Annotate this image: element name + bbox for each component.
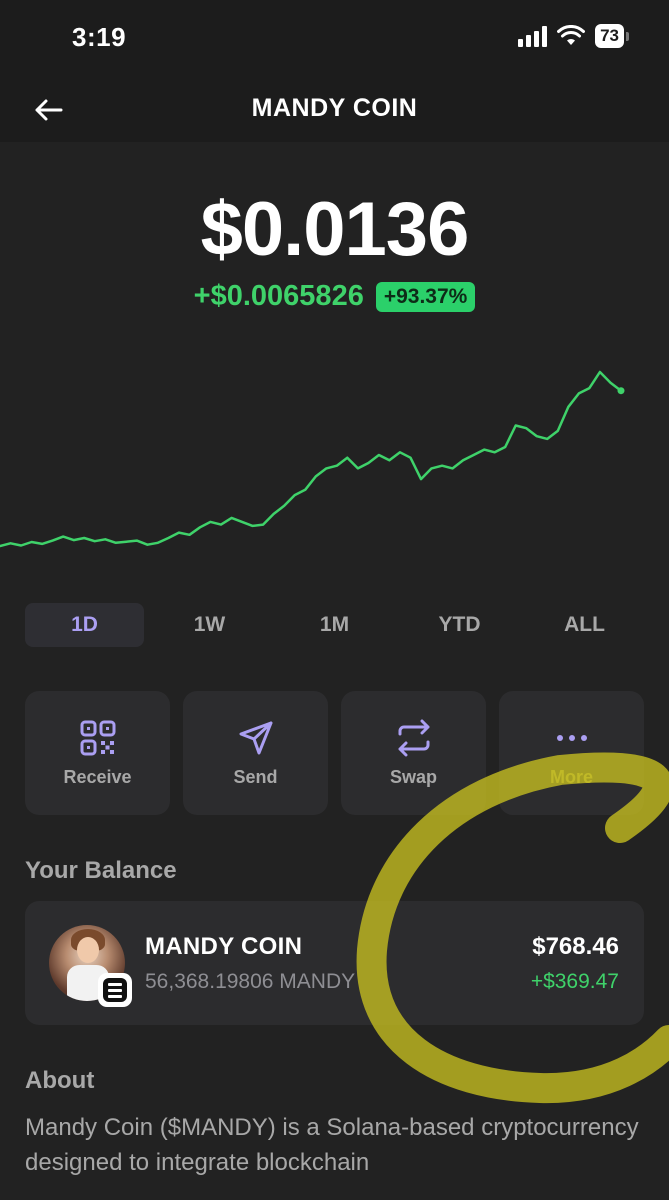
time-range-tabs: 1D 1W 1M YTD ALL bbox=[25, 603, 644, 647]
current-price: $0.0136 bbox=[200, 187, 470, 272]
price-change-row: +$0.0065826 +93.37% bbox=[0, 280, 669, 313]
swap-button[interactable]: Swap bbox=[341, 691, 486, 815]
more-button[interactable]: More bbox=[499, 691, 644, 815]
tab-1m[interactable]: 1M bbox=[275, 603, 394, 647]
balance-section-title: Your Balance bbox=[25, 857, 177, 884]
price-change-percent-badge: +93.37% bbox=[375, 281, 476, 312]
page-title: MANDY COIN bbox=[251, 94, 418, 122]
token-usd-change: +$369.47 bbox=[530, 970, 619, 993]
cellular-signal-icon bbox=[518, 25, 548, 47]
more-icon bbox=[556, 734, 587, 741]
price-section: $0.0136 +$0.0065826 +93.37% bbox=[0, 190, 669, 313]
price-line bbox=[0, 370, 623, 548]
battery-level: 73 bbox=[595, 24, 624, 48]
token-name: MANDY COIN bbox=[145, 933, 303, 960]
receive-button[interactable]: Receive bbox=[25, 691, 170, 815]
more-label: More bbox=[549, 766, 593, 787]
receive-label: Receive bbox=[63, 766, 132, 787]
wifi-icon bbox=[557, 25, 586, 45]
action-buttons: Receive Send Swap More bbox=[25, 691, 644, 815]
price-change-value: +$0.0065826 bbox=[193, 280, 364, 312]
tab-1w[interactable]: 1W bbox=[150, 603, 269, 647]
status-icons: 73 bbox=[518, 24, 629, 48]
about-section-title: About bbox=[25, 1067, 95, 1094]
send-label: Send bbox=[233, 766, 278, 787]
swap-icon bbox=[398, 719, 429, 756]
token-usd-value: $768.46 bbox=[532, 933, 619, 960]
current-price-dot bbox=[617, 387, 625, 395]
tab-all[interactable]: ALL bbox=[525, 603, 644, 647]
tab-1d[interactable]: 1D bbox=[25, 603, 144, 647]
tab-ytd[interactable]: YTD bbox=[400, 603, 519, 647]
send-button[interactable]: Send bbox=[183, 691, 328, 815]
swap-label: Swap bbox=[389, 766, 437, 787]
nav-bar: MANDY COIN bbox=[0, 80, 669, 142]
price-chart[interactable] bbox=[0, 360, 669, 560]
battery-icon: 73 bbox=[595, 24, 629, 48]
status-bar: 3:19 73 bbox=[0, 0, 669, 80]
status-time: 3:19 bbox=[72, 22, 127, 52]
about-description: Mandy Coin ($MANDY) is a Solana-based cr… bbox=[25, 1114, 639, 1176]
token-balance-card[interactable]: MANDY COIN 56,368.19806 MANDY $768.46 +$… bbox=[25, 901, 644, 1025]
token-amount: 56,368.19806 MANDY bbox=[145, 970, 356, 993]
solana-chain-icon bbox=[98, 973, 132, 1007]
send-icon bbox=[239, 721, 272, 754]
qr-code-icon bbox=[80, 720, 115, 755]
